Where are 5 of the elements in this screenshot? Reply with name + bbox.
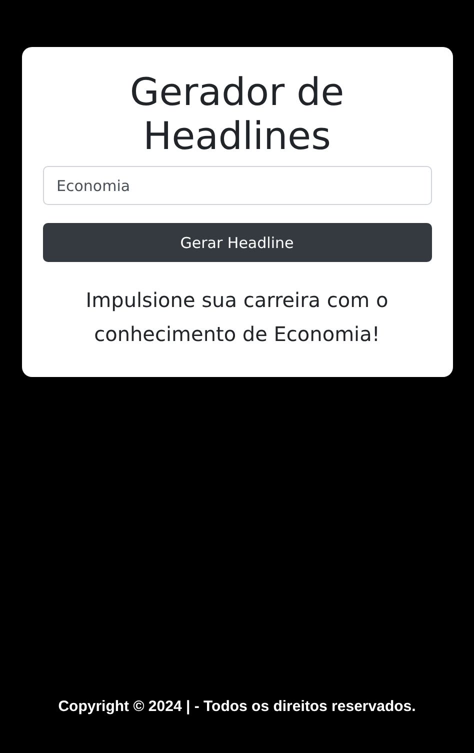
topic-input-field[interactable]: Economia xyxy=(42,166,432,206)
copyright-text: Copyright © 2024 | - Todos os direitos reservados. xyxy=(58,698,416,715)
page-title: Gerador de Headlines xyxy=(128,71,346,158)
generate-button[interactable]: Gerar Headline xyxy=(42,223,432,262)
headline-text: Impulsione sua carreira com o conhecimento de Economia! xyxy=(84,287,390,348)
